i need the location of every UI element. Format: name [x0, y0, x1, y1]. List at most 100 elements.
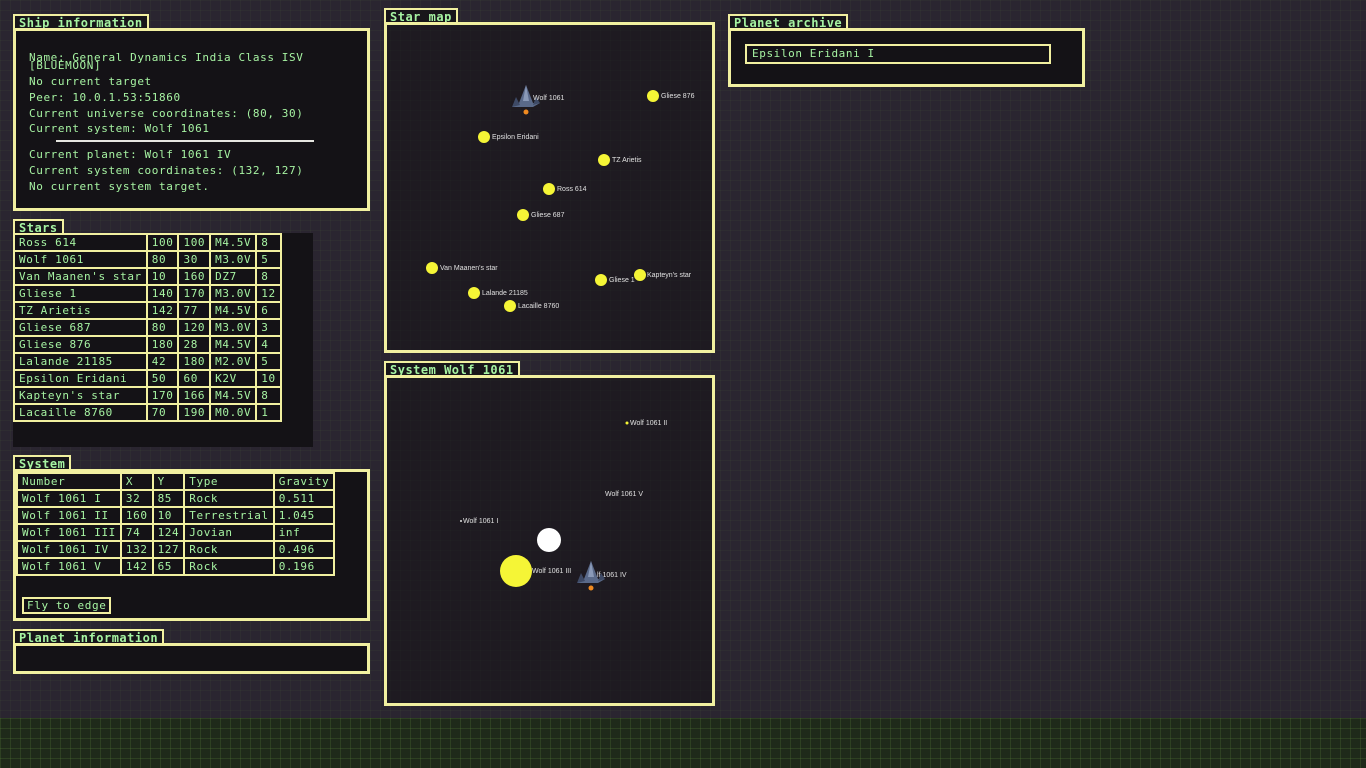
ship-callsign: [BLUEMOON]: [29, 59, 102, 72]
star-kapteyns-star[interactable]: Kapteyn's star: [634, 269, 692, 281]
star-wolf-1061-sun[interactable]: [537, 528, 561, 552]
star-y-cell: 77: [177, 301, 212, 320]
star-x-cell: 42: [145, 352, 180, 371]
star-count-cell: 8: [255, 233, 282, 252]
star-lalande-21185[interactable]: Lalande 21185: [468, 287, 528, 299]
planet-wolf-1061-iii[interactable]: Wolf 1061 III: [500, 555, 571, 587]
planet-wolf-1061-v[interactable]: Wolf 1061 V: [605, 491, 643, 498]
table-row[interactable]: Kapteyn's star 170 166 M4.5V 8: [13, 386, 282, 405]
planet-label: Wolf 1061 II: [630, 420, 667, 427]
planet-y-cell: 124: [151, 523, 186, 542]
star-name-cell: Gliese 876: [13, 335, 148, 354]
table-row[interactable]: Wolf 1061 IV 132 127 Rock 0.496: [16, 540, 336, 559]
star-lacaille-8760[interactable]: Lacaille 8760: [504, 300, 559, 312]
star-y-cell: 30: [177, 250, 212, 269]
star-label: Gliese 1: [609, 277, 635, 284]
star-gliese-876[interactable]: Gliese 876: [647, 90, 695, 102]
table-row[interactable]: Wolf 1061 V 142 65 Rock 0.196: [16, 557, 336, 576]
system-map-panel[interactable]: Wolf 1061 II Wolf 1061 V Wolf 1061 I Wol…: [384, 375, 715, 706]
current-planet: Current planet: Wolf 1061 IV: [29, 148, 232, 161]
star-x-cell: 180: [145, 335, 180, 354]
star-name-cell: TZ Arietis: [13, 301, 148, 320]
star-name-cell: Gliese 1: [13, 284, 148, 303]
star-name-cell: Van Maanen's star: [13, 267, 148, 286]
star-y-cell: 160: [177, 267, 212, 286]
system-map-canvas[interactable]: Wolf 1061 II Wolf 1061 V Wolf 1061 I Wol…: [387, 378, 712, 703]
star-class-cell: M4.5V: [209, 335, 258, 354]
star-class-cell: M3.0V: [209, 250, 258, 269]
table-row[interactable]: Wolf 1061 II 160 10 Terrestrial 1.045: [16, 506, 336, 525]
star-class-cell: DZ7: [209, 267, 258, 286]
star-wolf-1061[interactable]: Wolf 1061: [533, 95, 564, 102]
star-class-cell: K2V: [209, 369, 258, 388]
star-class-cell: M4.5V: [209, 233, 258, 252]
planet-gravity-cell: 1.045: [272, 506, 336, 525]
star-count-cell: 12: [255, 284, 282, 303]
table-row[interactable]: Van Maanen's star 10 160 DZ7 8: [13, 267, 282, 286]
star-name-cell: Ross 614: [13, 233, 148, 252]
stars-table: Ross 614 100 100 M4.5V 8 Wolf 1061 80 30 M3.0V 5 V…: [13, 233, 282, 422]
planet-gravity-cell: 0.496: [272, 540, 336, 559]
star-van-maanens-star[interactable]: Van Maanen's star: [426, 262, 498, 274]
ground-band: [0, 718, 1366, 768]
star-label: Kapteyn's star: [647, 272, 692, 279]
star-name-cell: Epsilon Eridani: [13, 369, 148, 388]
planet-x-cell: 160: [119, 506, 154, 525]
planet-y-cell: 65: [151, 557, 186, 576]
planet-name-cell: Wolf 1061 V: [16, 557, 122, 576]
table-row[interactable]: Lacaille 8760 70 190 M0.0V 1: [13, 403, 282, 422]
star-tz-arietis[interactable]: TZ Arietis: [598, 154, 642, 166]
peer-address: Peer: 10.0.1.53:51860: [29, 91, 181, 104]
table-row[interactable]: Wolf 1061 III 74 124 Jovian inf: [16, 523, 336, 542]
planet-wolf-1061-i[interactable]: Wolf 1061 I: [460, 518, 498, 525]
star-gliese-687[interactable]: Gliese 687: [517, 209, 565, 221]
star-name-cell: Lacaille 8760: [13, 403, 148, 422]
fly-to-edge-button[interactable]: Fly to edge: [22, 597, 112, 614]
star-x-cell: 100: [145, 233, 180, 252]
archive-item[interactable]: Epsilon Eridani I: [745, 44, 1051, 64]
star-label: Gliese 876: [661, 93, 695, 100]
star-y-cell: 190: [177, 403, 212, 422]
column-header: Y: [151, 472, 186, 491]
star-x-cell: 140: [145, 284, 180, 303]
star-count-cell: 6: [255, 301, 282, 320]
system-target-status: No current system target.: [29, 180, 210, 193]
table-row[interactable]: Gliese 687 80 120 M3.0V 3: [13, 318, 282, 337]
star-epsilon-eridani[interactable]: Epsilon Eridani: [478, 131, 539, 143]
star-label: Gliese 687: [531, 212, 565, 219]
table-row[interactable]: TZ Arietis 142 77 M4.5V 6: [13, 301, 282, 320]
star-x-cell: 170: [145, 386, 180, 405]
table-row[interactable]: Wolf 1061 I 32 85 Rock 0.511: [16, 489, 336, 508]
table-row[interactable]: Ross 614 100 100 M4.5V 8: [13, 233, 282, 252]
star-map-canvas[interactable]: Wolf 1061 Gliese 876 Epsilon Eridani TZ …: [387, 25, 712, 350]
target-status: No current target: [29, 75, 152, 88]
table-row[interactable]: Gliese 1 140 170 M3.0V 12: [13, 284, 282, 303]
table-header-row: Number X Y Type Gravity: [16, 472, 336, 491]
star-count-cell: 8: [255, 386, 282, 405]
star-x-cell: 70: [145, 403, 180, 422]
column-header: Gravity: [272, 472, 336, 491]
star-label: Van Maanen's star: [440, 265, 498, 272]
ship-info-panel: Name: General Dynamics India Class ISV […: [13, 28, 370, 211]
table-row[interactable]: Wolf 1061 80 30 M3.0V 5: [13, 250, 282, 269]
table-row[interactable]: Epsilon Eridani 50 60 K2V 10: [13, 369, 282, 388]
star-x-cell: 80: [145, 318, 180, 337]
planet-x-cell: 142: [119, 557, 154, 576]
table-row[interactable]: Gliese 876 180 28 M4.5V 4: [13, 335, 282, 354]
star-label: Lacaille 8760: [518, 303, 559, 310]
planet-label: Wolf 1061 I: [463, 518, 498, 525]
star-class-cell: M0.0V: [209, 403, 258, 422]
planet-label: Wolf 1061 III: [532, 568, 571, 575]
planet-gravity-cell: 0.196: [272, 557, 336, 576]
planet-name-cell: Wolf 1061 III: [16, 523, 122, 542]
star-ross-614[interactable]: Ross 614: [543, 183, 587, 195]
star-class-cell: M2.0V: [209, 352, 258, 371]
table-row[interactable]: Lalande 21185 42 180 M2.0V 5: [13, 352, 282, 371]
star-x-cell: 50: [145, 369, 180, 388]
star-map-panel[interactable]: Wolf 1061 Gliese 876 Epsilon Eridani TZ …: [384, 22, 715, 353]
system-table: Number X Y Type Gravity Wolf 1061 I 32 85 Rock 0.…: [16, 472, 336, 576]
current-system: Current system: Wolf 1061: [29, 122, 210, 135]
star-gliese-1[interactable]: Gliese 1: [595, 274, 635, 286]
planet-gravity-cell: 0.511: [272, 489, 336, 508]
planet-wolf-1061-ii[interactable]: Wolf 1061 II: [625, 420, 668, 427]
